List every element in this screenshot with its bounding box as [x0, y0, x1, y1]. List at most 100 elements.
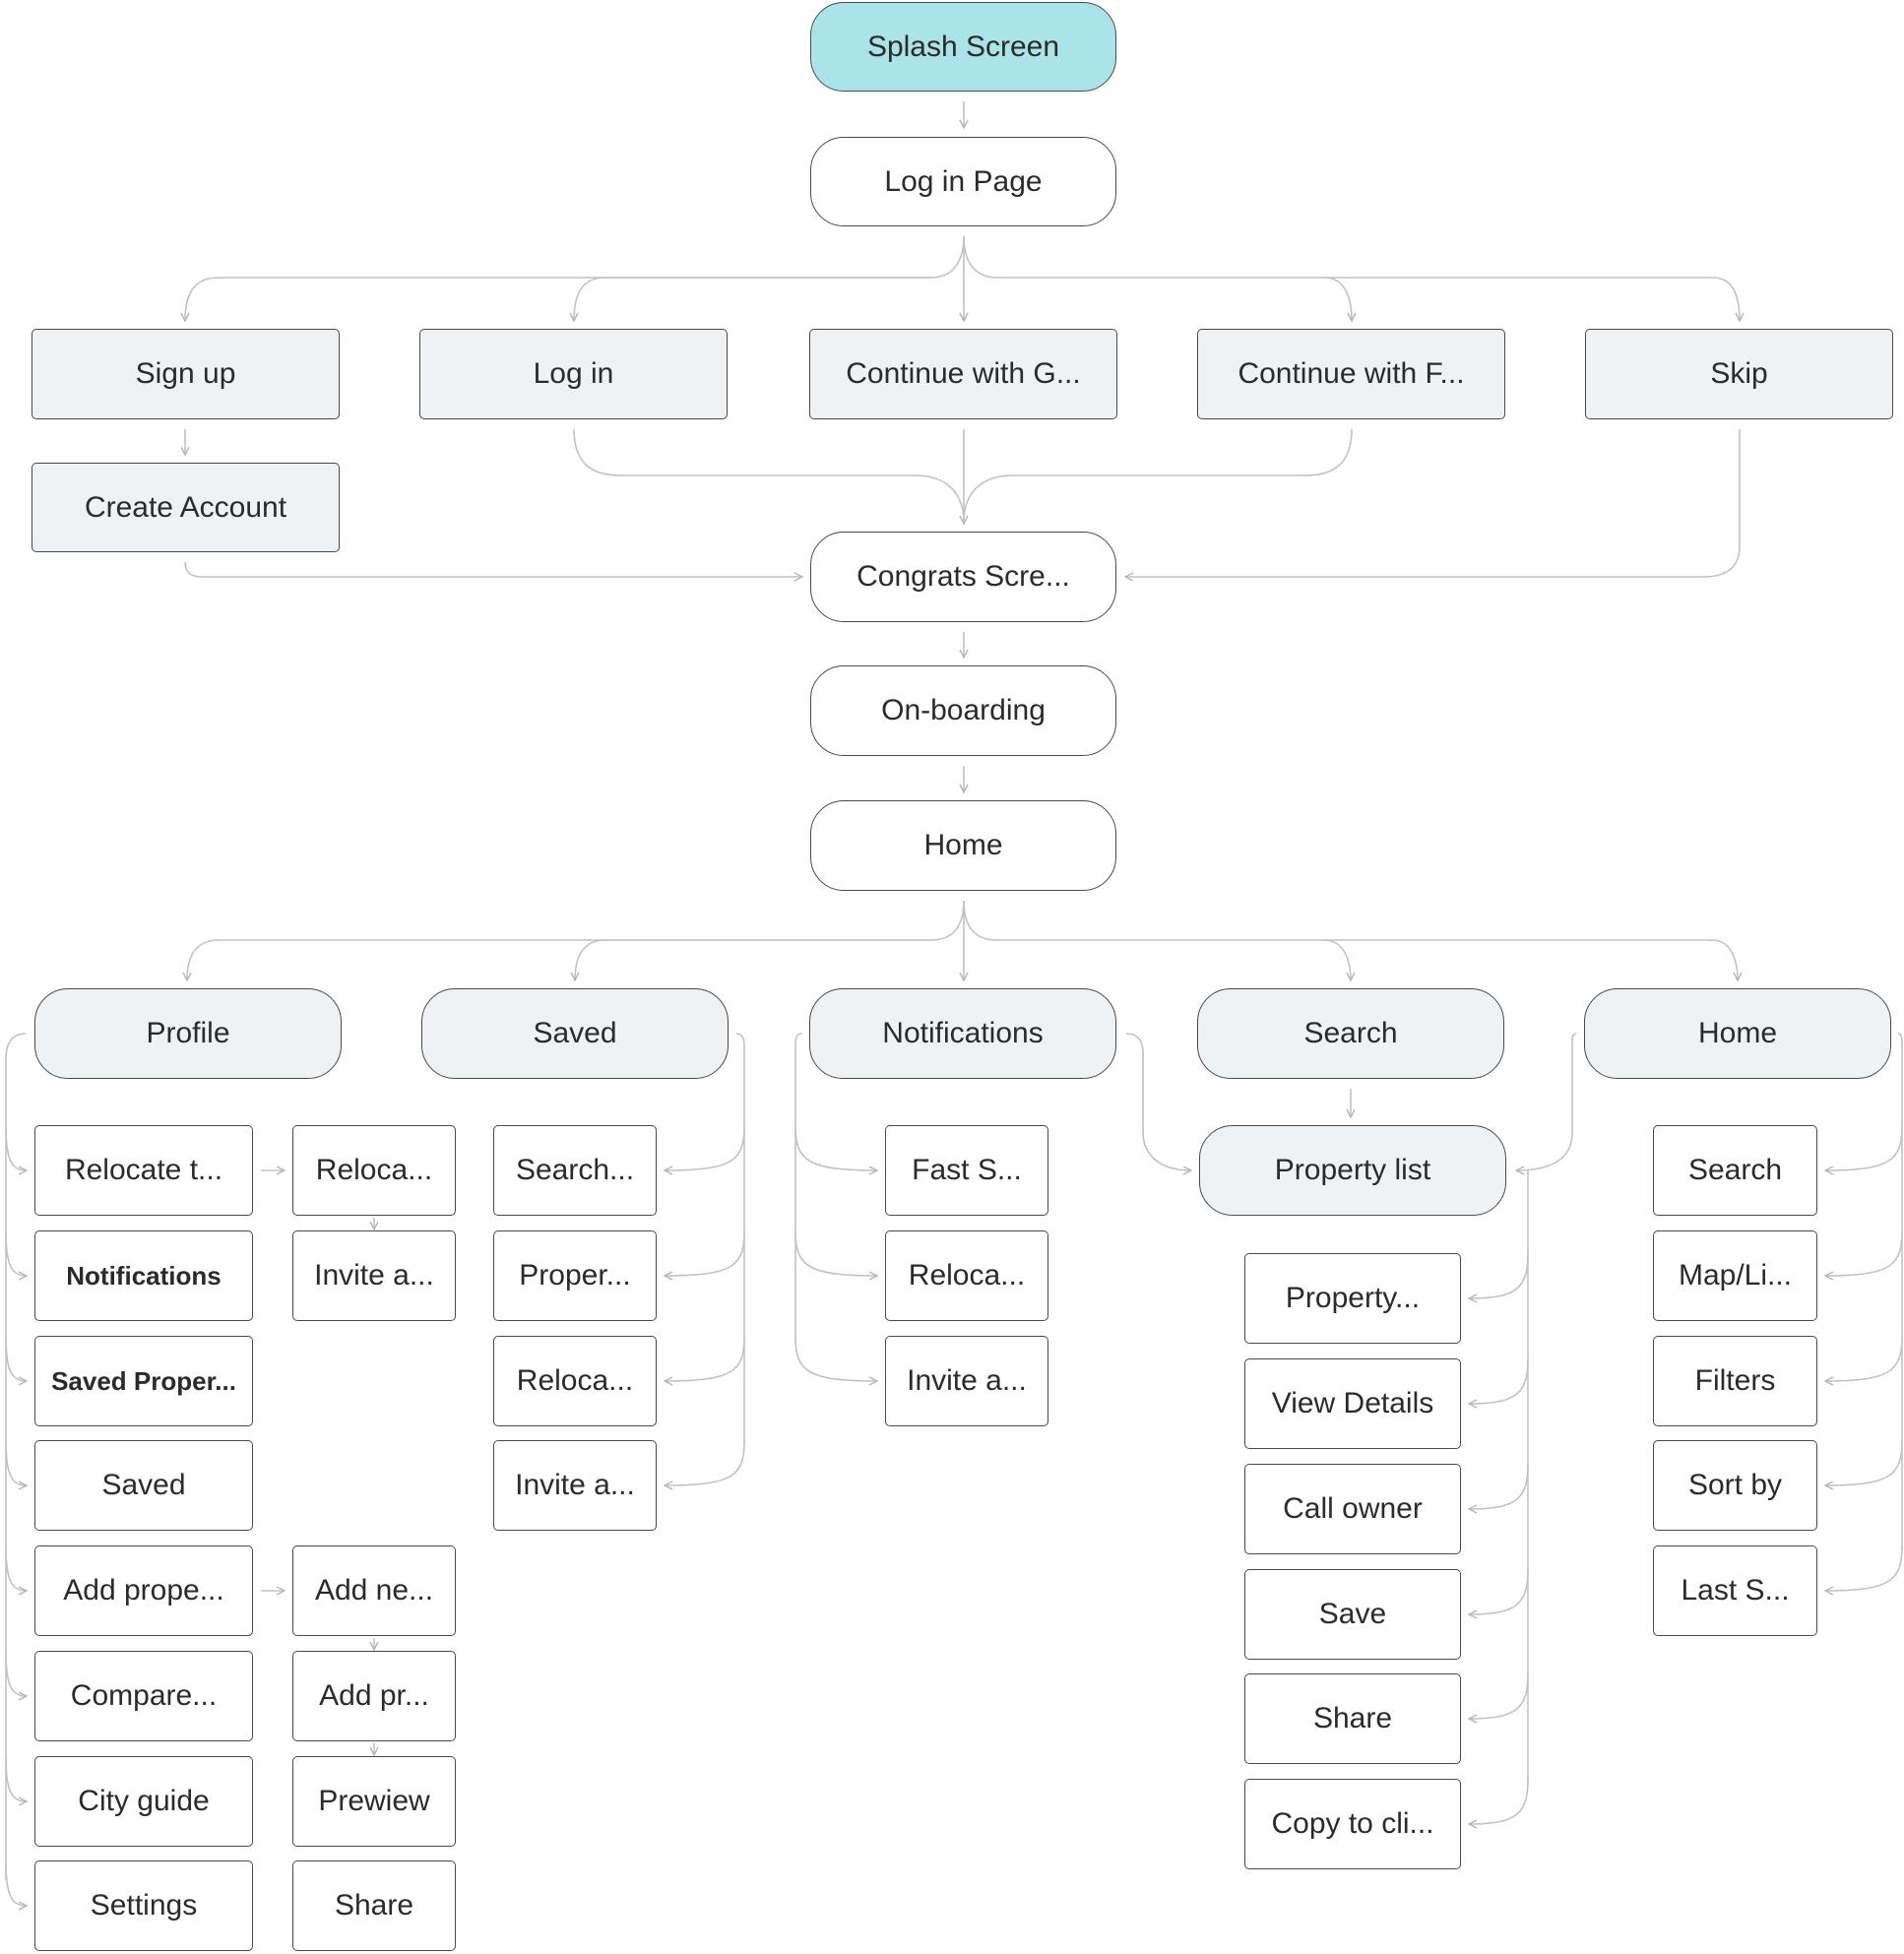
node-label: Reloca... [516, 1364, 634, 1397]
saved-item[interactable]: Proper... [493, 1230, 657, 1321]
node-label: Property list [1274, 1154, 1431, 1186]
add-property-subitem[interactable]: Prewiew [292, 1756, 456, 1847]
node-label: Splash Screen [866, 30, 1060, 63]
node-label: Congrats Scre... [857, 560, 1070, 593]
connector-facebook-congrats [963, 428, 1353, 523]
connector-loginpage-login [574, 277, 930, 321]
connector-propertylist-item [1469, 1569, 1529, 1614]
saved-item[interactable]: Search... [493, 1125, 657, 1216]
home-tab-item[interactable]: Sort by [1653, 1440, 1817, 1531]
node-label: Saved [533, 1017, 617, 1049]
property-list-item[interactable]: Call owner [1244, 1464, 1461, 1554]
profile-item[interactable]: Compare... [34, 1651, 253, 1741]
connector-hometab-item [1825, 1545, 1903, 1591]
node-label: Last S... [1681, 1574, 1790, 1607]
node-splash-screen[interactable]: Splash Screen [810, 2, 1116, 92]
profile-item[interactable]: Notifications [34, 1230, 253, 1321]
property-list-item[interactable]: Copy to cli... [1244, 1779, 1461, 1869]
node-label: View Details [1271, 1387, 1434, 1419]
node-label: Add ne... [314, 1574, 434, 1607]
connector-hometab-item [1825, 1440, 1903, 1485]
node-label: Fast S... [912, 1154, 1022, 1186]
connector-createaccount-congrats [184, 561, 802, 577]
node-label: Log in Page [884, 164, 1043, 198]
node-skip[interactable]: Skip [1585, 329, 1893, 419]
property-list-item[interactable]: Property... [1244, 1253, 1461, 1344]
connector-saved-item [665, 1230, 745, 1276]
connector-propertylist-item [1469, 1464, 1529, 1509]
connectors-layer [5, 101, 1903, 1954]
node-onboarding[interactable]: On-boarding [810, 665, 1116, 756]
saved-item[interactable]: Invite a... [493, 1440, 657, 1531]
connector-profile-item [5, 1860, 27, 1906]
node-log-in[interactable]: Log in [419, 329, 728, 419]
node-label: Add prope... [63, 1574, 224, 1607]
node-label: Compare... [70, 1679, 218, 1712]
connector-profile-item [5, 1125, 27, 1170]
section-saved[interactable]: Saved [421, 988, 729, 1079]
home-tab-item[interactable]: Last S... [1653, 1545, 1817, 1636]
node-label: Proper... [519, 1259, 631, 1292]
profile-item[interactable]: Settings [34, 1860, 253, 1951]
profile-item[interactable]: Saved [34, 1440, 253, 1531]
connector-home-hometab [1324, 939, 1738, 980]
connector-home-search [963, 900, 1351, 980]
node-property-list[interactable]: Property list [1199, 1125, 1506, 1216]
node-label: Call owner [1283, 1492, 1423, 1525]
property-list-item[interactable]: View Details [1244, 1358, 1461, 1449]
node-label: City guide [78, 1785, 210, 1817]
node-label: Reloca... [315, 1154, 433, 1186]
connector-notification-item [794, 1336, 877, 1381]
section-notifications[interactable]: Notifications [809, 988, 1116, 1079]
property-list-item[interactable]: Share [1244, 1673, 1461, 1764]
notification-item[interactable]: Reloca... [885, 1230, 1048, 1321]
connector-propertylist-item [1469, 1358, 1529, 1404]
node-label: Continue with G... [846, 357, 1081, 390]
home-tab-item[interactable]: Search [1653, 1125, 1817, 1216]
node-label: Invite a... [515, 1469, 635, 1501]
node-continue-google[interactable]: Continue with G... [809, 329, 1117, 419]
node-label: Saved Proper... [51, 1365, 236, 1396]
profile-item[interactable]: Relocate t... [34, 1125, 253, 1216]
relocate-subitem[interactable]: Invite a... [292, 1230, 456, 1321]
node-login-page[interactable]: Log in Page [810, 137, 1116, 226]
node-sign-up[interactable]: Sign up [32, 329, 340, 419]
node-label: Property... [1285, 1282, 1421, 1314]
connector-profile-item [5, 1756, 27, 1801]
home-tab-item[interactable]: Filters [1653, 1336, 1817, 1426]
connector-propertylist-item [1469, 1673, 1529, 1719]
add-property-subitem[interactable]: Share [292, 1860, 456, 1951]
section-search[interactable]: Search [1197, 988, 1504, 1079]
home-tab-item[interactable]: Map/Li... [1653, 1230, 1817, 1321]
node-congrats-screen[interactable]: Congrats Scre... [810, 532, 1116, 622]
connector-saved-item [665, 1440, 745, 1485]
profile-item[interactable]: Add prope... [34, 1545, 253, 1636]
connector-skip-congrats [1125, 429, 1741, 577]
node-label: Search [1303, 1017, 1398, 1049]
node-label: Settings [90, 1889, 198, 1922]
section-profile[interactable]: Profile [34, 988, 342, 1079]
add-property-subitem[interactable]: Add pr... [292, 1651, 456, 1741]
node-create-account[interactable]: Create Account [32, 463, 340, 552]
notification-item[interactable]: Fast S... [885, 1125, 1048, 1216]
connector-saved-item [665, 1125, 745, 1170]
profile-item[interactable]: City guide [34, 1756, 253, 1847]
section-home[interactable]: Home [1584, 988, 1891, 1079]
connector-profile-item [5, 1336, 27, 1381]
profile-item[interactable]: Saved Proper... [34, 1336, 253, 1426]
property-list-item[interactable]: Save [1244, 1569, 1461, 1660]
node-label: Share [1312, 1702, 1393, 1734]
node-home[interactable]: Home [810, 800, 1116, 891]
saved-item[interactable]: Reloca... [493, 1336, 657, 1426]
connector-hometab-item [1825, 1336, 1903, 1381]
connector-profile-item [5, 1440, 27, 1485]
relocate-subitem[interactable]: Reloca... [292, 1125, 456, 1216]
connector-loginpage-facebook [963, 235, 1352, 321]
add-property-subitem[interactable]: Add ne... [292, 1545, 456, 1636]
connector-profile-item [5, 1651, 27, 1696]
connector-notification-item [794, 1230, 877, 1276]
node-label: Profile [146, 1017, 230, 1049]
notification-item[interactable]: Invite a... [885, 1336, 1048, 1426]
node-continue-facebook[interactable]: Continue with F... [1197, 329, 1505, 419]
connector-saved-item [665, 1336, 745, 1381]
